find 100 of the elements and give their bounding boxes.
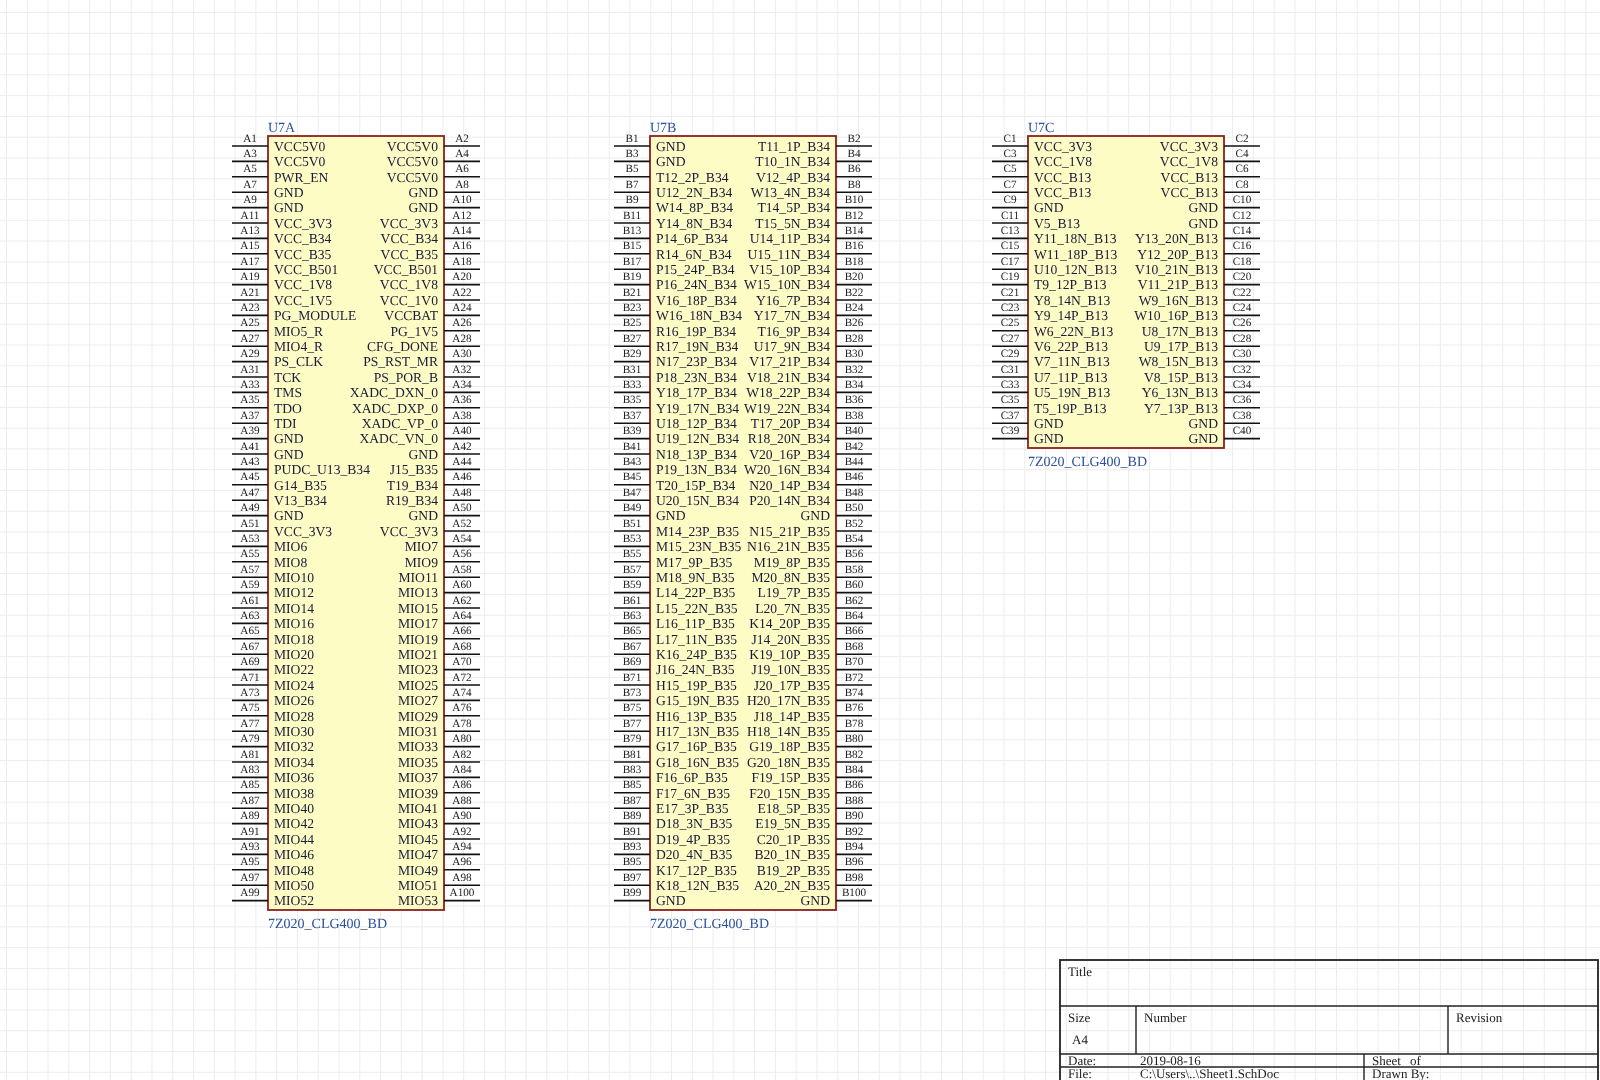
pin-line	[1223, 345, 1261, 347]
pin-line	[613, 730, 651, 732]
pin-line	[1223, 206, 1261, 209]
pin-line	[613, 468, 651, 471]
pin-line	[613, 715, 651, 717]
pin-line	[613, 145, 651, 147]
pin-line	[613, 869, 651, 871]
pin-line	[613, 453, 651, 455]
pin-line	[835, 545, 873, 548]
pin-line	[835, 699, 873, 702]
pin-line	[835, 330, 873, 332]
pin-line	[613, 484, 651, 486]
pin-line	[1223, 391, 1261, 394]
pin-line	[231, 283, 269, 286]
pin-line	[991, 237, 1029, 240]
pin-line	[613, 299, 651, 301]
pin-line	[443, 268, 481, 270]
pin-line	[613, 838, 651, 840]
pin-line	[613, 376, 651, 378]
pin-line	[231, 545, 269, 548]
pin-line	[443, 237, 481, 240]
pin-line	[991, 299, 1029, 301]
pin-line	[443, 807, 481, 809]
pin-line	[1223, 222, 1261, 224]
pin-line	[231, 145, 269, 147]
pin-line	[613, 607, 651, 609]
pin-line	[835, 730, 873, 732]
pin-line	[613, 545, 651, 548]
pin-line	[443, 638, 481, 640]
pin-line	[991, 206, 1029, 209]
pin-line	[231, 514, 269, 517]
pin-line	[835, 253, 873, 255]
pin-line	[835, 607, 873, 609]
pin-line	[443, 869, 481, 871]
pin-line	[835, 391, 873, 394]
pin-line	[613, 699, 651, 702]
pin-line	[1223, 376, 1261, 378]
pin-line	[835, 268, 873, 270]
pin-line	[231, 345, 269, 347]
pin-line	[231, 853, 269, 856]
pin-line	[613, 391, 651, 394]
pin-line	[1223, 145, 1261, 147]
pin-line	[835, 530, 873, 532]
pin-line	[231, 622, 269, 625]
pin-line	[443, 360, 481, 363]
pin-line	[231, 376, 269, 378]
pin-line	[991, 345, 1029, 347]
pin-line	[1223, 176, 1261, 178]
pin-line	[443, 545, 481, 548]
pin-line	[991, 422, 1029, 424]
pin-line	[443, 330, 481, 332]
pin-line	[613, 314, 651, 317]
pin-line	[1223, 237, 1261, 240]
pin-line	[613, 884, 651, 886]
pin-line	[443, 822, 481, 825]
pin-line	[443, 607, 481, 609]
pin-line	[231, 899, 269, 902]
pin-line	[231, 838, 269, 840]
pin-line	[835, 638, 873, 640]
pin-line	[835, 407, 873, 409]
pin-line	[231, 391, 269, 394]
pin-line	[443, 145, 481, 147]
pin-line	[835, 822, 873, 825]
pin-line	[835, 591, 873, 594]
pin-line	[835, 237, 873, 240]
pin-line	[613, 638, 651, 640]
pin-line	[835, 853, 873, 856]
pin-line	[835, 668, 873, 671]
pin-line	[835, 206, 873, 209]
pin-line	[835, 468, 873, 471]
pin-line	[991, 145, 1029, 147]
pin-line	[231, 638, 269, 640]
pin-line	[231, 499, 269, 501]
pin-line	[613, 530, 651, 532]
pin-line	[443, 468, 481, 471]
pin-line	[231, 730, 269, 732]
pin-line	[231, 360, 269, 363]
pin-line	[991, 314, 1029, 317]
pin-line	[1223, 360, 1261, 363]
pin-line	[613, 576, 651, 578]
pin-line	[443, 206, 481, 209]
pin-line	[443, 622, 481, 625]
pin-line	[443, 792, 481, 794]
pin-line	[613, 899, 651, 902]
pin-line	[231, 422, 269, 424]
pin-line	[835, 453, 873, 455]
pin-line	[991, 376, 1029, 378]
pin-line	[231, 607, 269, 609]
pin-line	[443, 499, 481, 501]
pin-line	[835, 191, 873, 193]
pin-line	[1223, 314, 1261, 317]
pin-line	[1223, 330, 1261, 332]
pin-line	[835, 145, 873, 147]
pin-line	[443, 761, 481, 763]
pin-line	[991, 360, 1029, 363]
pin-line	[443, 345, 481, 347]
pin-line	[613, 591, 651, 594]
pin-line	[835, 376, 873, 378]
pin-line	[835, 792, 873, 794]
pin-line	[613, 191, 651, 193]
